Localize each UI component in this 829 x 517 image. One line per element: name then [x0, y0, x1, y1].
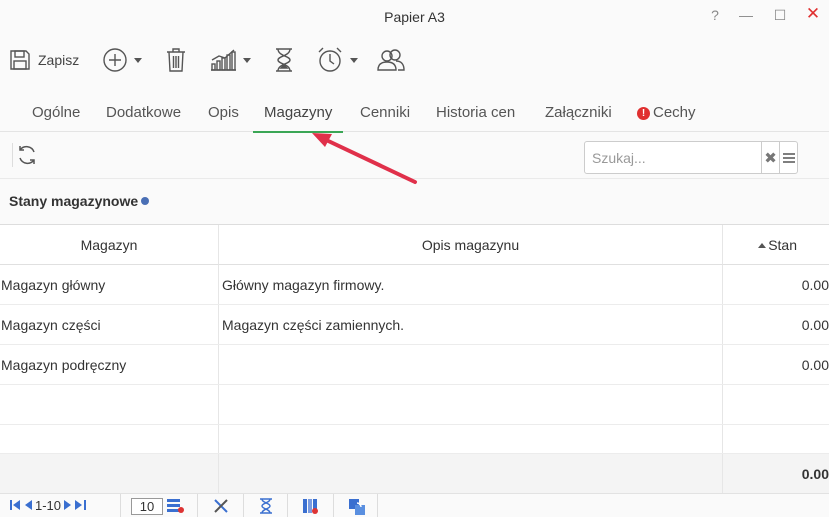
cell-magazyn: Magazyn części [1, 317, 101, 333]
search-clear-button[interactable]: ✖ [761, 142, 779, 173]
tab-cenniki[interactable]: Cenniki [360, 104, 410, 132]
cell-empty [218, 385, 722, 424]
next-page-icon[interactable] [64, 498, 72, 513]
divider [120, 494, 121, 517]
pager: 1-10 [10, 498, 87, 513]
divider [197, 494, 198, 517]
search-menu-button[interactable] [779, 142, 797, 173]
cell-stan: 0.00 [722, 345, 829, 384]
cell-magazyn: Magazyn podręczny [1, 357, 127, 373]
pager-bar: 1-10 10 [0, 493, 829, 517]
table-row[interactable]: Magazyn części Magazyn części zamiennych… [0, 305, 829, 345]
section-title: Stany magazynowe [9, 193, 150, 209]
summary-cell-empty [218, 454, 722, 493]
tab-cechy[interactable]: ! Cechy [637, 104, 696, 132]
add-dropdown-button[interactable] [102, 44, 142, 76]
tab-magazyny[interactable]: Magazyny [252, 104, 344, 133]
chart-dropdown-button[interactable] [209, 44, 251, 76]
cell-empty [218, 425, 722, 453]
help-button[interactable]: ? [705, 7, 725, 23]
minimize-button[interactable]: — [736, 7, 756, 23]
stock-grid: Magazyn Opis magazynu Stan Magazyn główn… [0, 224, 829, 494]
tab-bar: Ogólne Dodatkowe Opis Magazyny Cenniki H… [0, 96, 829, 133]
cell-opis [218, 345, 722, 384]
close-icon: ✖ [764, 149, 777, 167]
refresh-button[interactable] [12, 143, 36, 167]
cell-stan: 0.00 [722, 305, 829, 344]
column-header-opis[interactable]: Opis magazynu [218, 225, 722, 265]
prev-page-icon[interactable] [25, 498, 32, 513]
divider [333, 494, 334, 517]
trash-icon [164, 47, 188, 73]
cell-empty [0, 385, 218, 424]
cell-stan: 0.00 [722, 265, 829, 304]
delete-button[interactable] [164, 44, 188, 76]
cell-opis: Główny magazyn firmowy. [218, 265, 722, 304]
tab-cechy-label: Cechy [653, 104, 696, 121]
warning-icon: ! [637, 107, 650, 120]
bar-chart-icon [209, 48, 237, 72]
cell-empty [722, 425, 829, 453]
tab-dodatkowe[interactable]: Dodatkowe [106, 104, 181, 132]
save-button[interactable]: Zapisz [8, 44, 79, 76]
tab-historia-cen[interactable]: Historia cen [436, 104, 515, 132]
chevron-down-icon [243, 57, 251, 63]
tab-ogolne[interactable]: Ogólne [32, 104, 80, 132]
users-button[interactable] [377, 44, 405, 76]
divider [377, 494, 378, 517]
hourglass-button[interactable] [273, 44, 295, 76]
section-title-text: Stany magazynowe [9, 193, 139, 209]
divider [287, 494, 288, 517]
cell-magazyn: Magazyn główny [1, 277, 106, 293]
column-header-stan[interactable]: Stan [722, 225, 829, 265]
plus-circle-icon [102, 47, 128, 73]
page-size-list-icon[interactable] [167, 498, 184, 514]
empty-row [0, 385, 829, 425]
search-box: ✖ [584, 141, 798, 174]
page-size-input[interactable]: 10 [131, 498, 163, 515]
tools-icon[interactable] [213, 498, 229, 514]
info-icon[interactable] [141, 197, 150, 205]
table-row[interactable]: Magazyn podręczny 0.00 [0, 345, 829, 385]
maximize-button[interactable]: ☐ [770, 7, 790, 24]
grid-toolbar: ✖ [0, 133, 829, 179]
close-button[interactable]: ✕ [803, 4, 823, 24]
hamburger-icon [782, 150, 795, 166]
tab-zalaczniki[interactable]: Załączniki [545, 104, 612, 132]
summary-cell-empty [0, 454, 218, 493]
column-header-magazyn[interactable]: Magazyn [0, 225, 218, 265]
hourglass-icon [273, 47, 295, 73]
title-bar: Papier A3 ? — ☐ ✕ [0, 0, 829, 34]
empty-row [0, 425, 829, 454]
columns-icon[interactable] [302, 498, 318, 514]
alarm-clock-icon [316, 46, 344, 74]
users-icon [377, 48, 405, 72]
search-input[interactable] [585, 142, 761, 173]
summary-row: 0.00 [0, 454, 829, 494]
sync-icon[interactable] [348, 498, 365, 515]
reminder-dropdown-button[interactable] [316, 44, 358, 76]
toolbar: Zapisz [0, 40, 829, 80]
last-page-icon[interactable] [75, 498, 87, 513]
cell-opis: Magazyn części zamiennych. [218, 305, 722, 344]
chevron-down-icon [134, 57, 142, 63]
table-row[interactable]: Magazyn główny Główny magazyn firmowy. 0… [0, 265, 829, 305]
sort-ascending-icon [758, 243, 767, 248]
tab-opis[interactable]: Opis [208, 104, 239, 132]
page-range: 1-10 [35, 498, 62, 513]
column-header-stan-label: Stan [768, 237, 797, 253]
cell-empty [0, 425, 218, 453]
floppy-disk-icon [8, 48, 32, 72]
first-page-icon[interactable] [10, 498, 21, 513]
refresh-icon [13, 146, 39, 170]
cell-empty [722, 385, 829, 424]
divider [243, 494, 244, 517]
hourglass-small-icon[interactable] [259, 498, 275, 514]
summary-total: 0.00 [722, 454, 829, 493]
save-label: Zapisz [38, 52, 80, 68]
chevron-down-icon [350, 57, 358, 63]
